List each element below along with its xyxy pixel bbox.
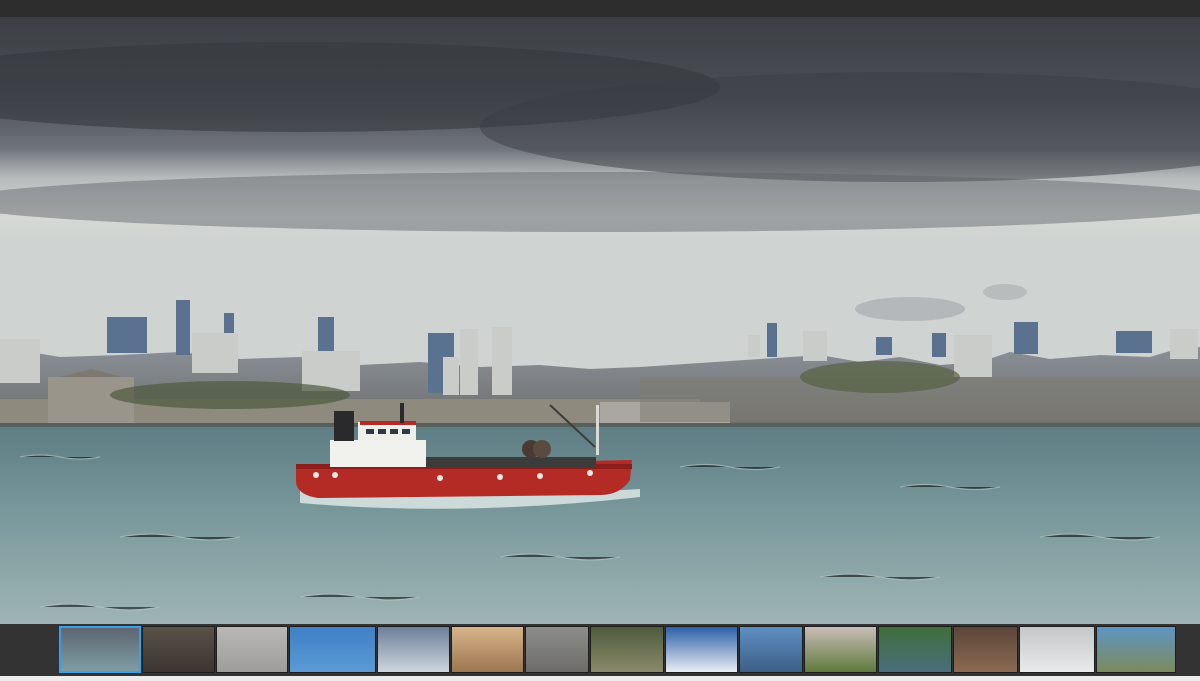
thumb-lake-boat[interactable] xyxy=(878,626,952,673)
thumb-red-cottage[interactable] xyxy=(953,626,1018,673)
main-photo-image xyxy=(0,17,1200,624)
photo-viewer xyxy=(0,0,1200,681)
main-photo[interactable] xyxy=(0,17,1200,624)
thumbnail-strip xyxy=(0,624,1200,676)
thumb-wooden-pier[interactable] xyxy=(142,626,215,673)
thumb-misty-grey[interactable] xyxy=(216,626,288,673)
thumb-above-clouds[interactable] xyxy=(665,626,738,673)
bottom-bar xyxy=(0,676,1200,681)
thumb-house-field[interactable] xyxy=(804,626,877,673)
thumb-bosphorus-boat[interactable] xyxy=(59,626,141,673)
top-bar xyxy=(0,0,1200,17)
thumb-sunset-beach[interactable] xyxy=(451,626,524,673)
thumb-coast-cliff[interactable] xyxy=(1096,626,1176,673)
thumb-bird-branches[interactable] xyxy=(590,626,664,673)
thumb-snowy-road[interactable] xyxy=(1019,626,1095,673)
thumb-snow-mountains[interactable] xyxy=(377,626,450,673)
thumb-foggy-forest[interactable] xyxy=(525,626,589,673)
thumb-sea-rock[interactable] xyxy=(739,626,803,673)
thumb-blue-ice[interactable] xyxy=(289,626,376,673)
